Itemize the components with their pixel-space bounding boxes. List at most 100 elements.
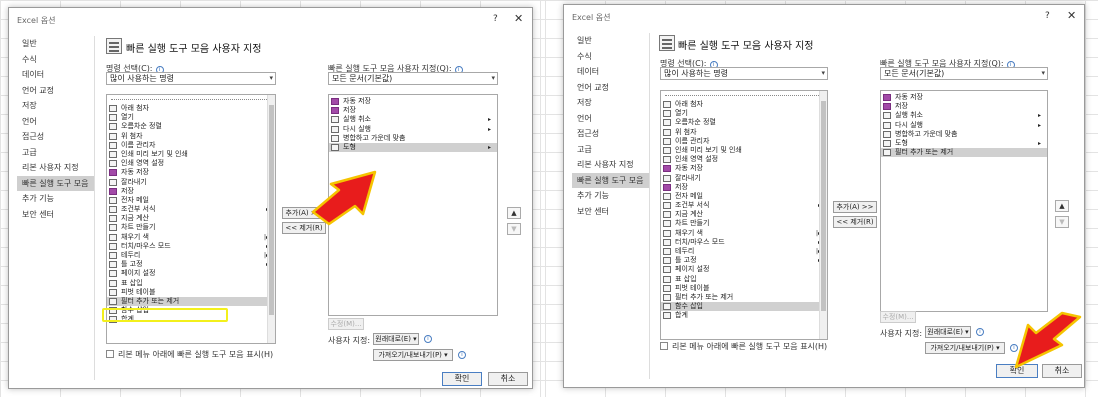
list-item[interactable]: 전자 메일 (107, 196, 275, 205)
list-item[interactable]: 다시 실행 ▸ (329, 125, 497, 134)
list-item[interactable]: 채우기 색|▸ (661, 229, 827, 238)
nav-item[interactable]: 빠른 실행 도구 모음 (572, 172, 649, 188)
import-export-button[interactable]: 가져오기/내보내기(P) ▾ (925, 342, 1005, 354)
nav-item[interactable]: 저장 (17, 98, 94, 114)
list-item[interactable]: 위 첨자 (661, 128, 827, 137)
choose-commands-dropdown[interactable]: 많이 사용하는 명령 ▾ (660, 67, 828, 80)
list-item[interactable]: 오름차순 정렬 (661, 118, 827, 127)
list-item[interactable]: 합계 (661, 311, 827, 320)
choose-commands-dropdown[interactable]: 많이 사용하는 명령 ▾ (106, 72, 276, 85)
nav-item[interactable]: 고급 (17, 145, 94, 161)
close-icon[interactable]: ✕ (1067, 9, 1076, 22)
ribbon-position-checkbox[interactable]: 리본 메뉴 아래에 빠른 실행 도구 모음 표시(H) (660, 341, 827, 352)
list-item[interactable]: 저장 (329, 106, 497, 115)
list-item[interactable]: 아래 첨자 (661, 100, 827, 109)
move-down-button[interactable]: ▼ (507, 223, 521, 235)
list-item[interactable]: 틀 고정▸ (107, 260, 275, 269)
list-item[interactable]: 표 삽입 (107, 279, 275, 288)
list-item[interactable]: 이름 관리자 (661, 137, 827, 146)
list-item[interactable]: 자동 저장 (881, 93, 1047, 102)
nav-item[interactable]: 보안 센터 (572, 204, 649, 220)
nav-item[interactable]: 언어 (572, 111, 649, 127)
list-item[interactable]: 병합하고 가운데 맞춤 (329, 134, 497, 143)
list-item[interactable]: 이름 관리자 (107, 141, 275, 150)
nav-item[interactable]: 언어 (17, 114, 94, 130)
close-icon[interactable]: ✕ (514, 12, 523, 25)
reset-button[interactable]: 원래대로(E) ▾ (925, 326, 971, 338)
list-item[interactable]: 함수 삽입 (661, 302, 827, 312)
list-item[interactable]: 조건부 서식▸ (661, 201, 827, 210)
commands-list[interactable]: 아래 첨자 열기 오름차순 정렬 위 첨자 이름 관리자 인쇄 미리 보기 및 인쇄 인쇄 … (106, 94, 276, 344)
reset-button[interactable]: 원래대로(E) ▾ (373, 333, 419, 345)
nav-item[interactable]: 데이터 (572, 64, 649, 80)
list-item[interactable]: 인쇄 영역 설정 (661, 155, 827, 164)
list-item[interactable]: 틀 고정▸ (661, 256, 827, 265)
list-item[interactable]: 차트 만들기 (661, 219, 827, 228)
list-item[interactable]: 인쇄 영역 설정 (107, 159, 275, 168)
nav-item[interactable]: 접근성 (572, 126, 649, 142)
list-item[interactable]: 페이지 설정 (661, 265, 827, 274)
list-item[interactable]: 위 첨자 (107, 132, 275, 141)
list-item[interactable]: 테두리|▸ (661, 247, 827, 256)
list-item[interactable]: 자동 저장 (329, 97, 497, 106)
modify-button[interactable]: 수정(M)... (328, 318, 364, 330)
cancel-button[interactable]: 취소 (488, 372, 528, 386)
list-item[interactable]: 저장 (661, 183, 827, 192)
nav-item[interactable]: 저장 (572, 95, 649, 111)
list-item[interactable]: 저장 (107, 187, 275, 196)
list-item[interactable]: 피벗 테이블 (107, 288, 275, 297)
list-item[interactable]: 표 삽입 (661, 275, 827, 284)
list-item[interactable]: 다시 실행 ▸ (881, 121, 1047, 130)
nav-item[interactable]: 보안 센터 (17, 207, 94, 223)
nav-item[interactable]: 추가 기능 (572, 188, 649, 204)
list-item[interactable]: 열기 (107, 113, 275, 122)
nav-item[interactable]: 추가 기능 (17, 191, 94, 207)
scrollbar[interactable] (267, 95, 275, 343)
list-item[interactable]: 인쇄 미리 보기 및 인쇄 (107, 150, 275, 159)
remove-button[interactable]: << 제거(R) (833, 216, 877, 228)
checkbox[interactable] (660, 342, 668, 350)
list-item[interactable]: 자동 저장 (661, 164, 827, 173)
list-item[interactable]: 조건부 서식▸ (107, 205, 275, 214)
nav-item[interactable]: 데이터 (17, 67, 94, 83)
import-export-button[interactable]: 가져오기/내보내기(P) ▾ (373, 349, 453, 361)
scrollbar[interactable] (819, 91, 827, 339)
list-item[interactable]: 인쇄 미리 보기 및 인쇄 (661, 146, 827, 155)
nav-item[interactable]: 리본 사용자 지정 (572, 157, 649, 173)
nav-item[interactable]: 고급 (572, 142, 649, 158)
list-item[interactable]: 아래 첨자 (107, 104, 275, 113)
list-item[interactable]: 페이지 설정 (107, 269, 275, 278)
list-item[interactable]: 도형 ▸ (881, 139, 1047, 148)
list-item[interactable]: 필터 추가 또는 제거 (661, 293, 827, 302)
list-item[interactable]: 도형 ▸ (329, 142, 497, 153)
move-down-button[interactable]: ▼ (1055, 216, 1069, 228)
nav-item[interactable]: 일반 (17, 36, 94, 52)
list-item[interactable]: 채우기 색|▸ (107, 233, 275, 242)
list-item[interactable]: 테두리|▸ (107, 251, 275, 260)
list-item[interactable]: 실행 취소 ▸ (881, 111, 1047, 120)
list-item[interactable]: 오름차순 정렬 (107, 122, 275, 131)
help-button[interactable]: ? (493, 14, 498, 24)
nav-item[interactable]: 언어 교정 (17, 83, 94, 99)
list-item[interactable]: 실행 취소 ▸ (329, 115, 497, 124)
qat-list[interactable]: 자동 저장 저장 실행 취소 ▸ 다시 실행 ▸ 병합하고 가운데 맞춤 도형 ▸ 필터 추가 또… (880, 90, 1048, 312)
customize-qat-dropdown[interactable]: 모든 문서(기본값) ▾ (328, 72, 498, 85)
add-button[interactable]: 추가(A) >> (833, 201, 877, 213)
list-item[interactable]: 저장 (881, 102, 1047, 111)
nav-item[interactable]: 일반 (572, 33, 649, 49)
list-item[interactable]: 차트 만들기 (107, 223, 275, 232)
list-item[interactable]: 필터 추가 또는 제거 (107, 296, 275, 307)
list-item[interactable]: 열기 (661, 109, 827, 118)
nav-item[interactable]: 언어 교정 (572, 80, 649, 96)
list-item[interactable]: 전자 메일 (661, 192, 827, 201)
nav-item[interactable]: 수식 (572, 49, 649, 65)
nav-item[interactable]: 리본 사용자 지정 (17, 160, 94, 176)
checkbox[interactable] (106, 350, 114, 358)
nav-item[interactable]: 접근성 (17, 129, 94, 145)
list-item[interactable]: 터치/마우스 모드▸ (107, 242, 275, 251)
nav-item[interactable]: 빠른 실행 도구 모음 (17, 175, 94, 191)
move-up-button[interactable]: ▲ (1055, 200, 1069, 212)
ok-button[interactable]: 확인 (442, 372, 482, 386)
list-item[interactable]: 잘라내기 (661, 174, 827, 183)
move-up-button[interactable]: ▲ (507, 207, 521, 219)
